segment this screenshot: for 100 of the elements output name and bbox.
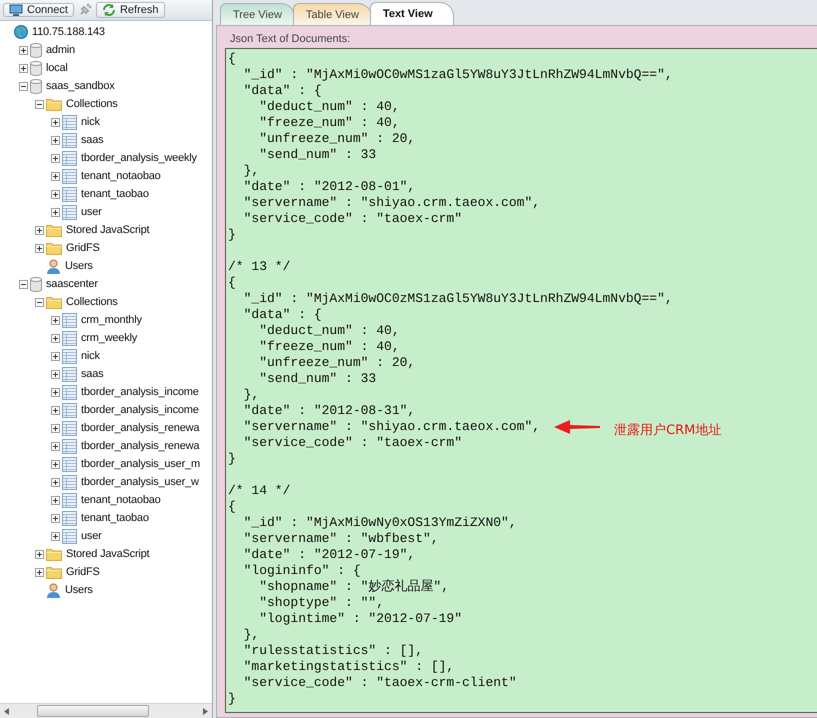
code-line: { bbox=[228, 275, 236, 291]
tree-item[interactable]: admin bbox=[46, 44, 77, 56]
tree-item[interactable]: Users bbox=[65, 260, 95, 272]
code-line: "logintime" : "2012-07-19" bbox=[258, 611, 462, 627]
tree-item[interactable]: GridFS bbox=[66, 566, 102, 578]
expand-icon[interactable] bbox=[50, 352, 60, 360]
tree-item[interactable]: tenant_taobao bbox=[81, 188, 151, 200]
tree-item[interactable]: tborder_analysis_weekly bbox=[81, 152, 199, 164]
code-line: } bbox=[228, 227, 236, 243]
tree-item[interactable]: tborder_analysis_renewa bbox=[81, 440, 202, 452]
expand-icon[interactable] bbox=[50, 460, 60, 468]
tree-item[interactable]: tborder_analysis_user_w bbox=[81, 476, 201, 488]
tree-item[interactable]: Collections bbox=[66, 296, 120, 308]
code-line: "_id" : "MjAxMi0wNy0xOS13YmZiZXN0", bbox=[242, 515, 517, 531]
tree-item[interactable]: saas bbox=[81, 368, 106, 380]
code-line: }, bbox=[242, 387, 260, 403]
tree-item[interactable]: tenant_notaobao bbox=[81, 170, 163, 182]
table-icon bbox=[62, 384, 77, 400]
tree-item[interactable]: Stored JavaScript bbox=[66, 548, 152, 560]
folder-icon bbox=[46, 566, 62, 578]
globe-icon bbox=[14, 25, 28, 39]
tree-item[interactable]: tenant_taobao bbox=[81, 512, 151, 524]
horizontal-scrollbar[interactable] bbox=[0, 703, 212, 718]
tree-item[interactable]: saas_sandbox bbox=[46, 80, 117, 92]
table-icon bbox=[62, 456, 77, 472]
tree-item[interactable]: local bbox=[46, 62, 70, 74]
code-line: "send_num" : 33 bbox=[258, 371, 376, 387]
view-tab[interactable]: Table View bbox=[292, 3, 372, 25]
expand-icon[interactable] bbox=[34, 568, 44, 576]
expand-icon[interactable] bbox=[18, 64, 28, 72]
code-line: "unfreeze_num" : 20, bbox=[258, 355, 416, 371]
expand-icon[interactable] bbox=[50, 514, 60, 522]
expand-icon[interactable] bbox=[50, 496, 60, 504]
tree-item[interactable]: crm_monthly bbox=[81, 314, 144, 326]
table-icon bbox=[62, 420, 77, 436]
tree-item[interactable]: 110.75.188.143 bbox=[32, 26, 107, 38]
expand-icon[interactable] bbox=[34, 226, 44, 234]
code-line: "service_code" : "taoex-crm-client" bbox=[242, 675, 517, 691]
code-line: "date" : "2012-07-19", bbox=[242, 547, 416, 563]
tree-item[interactable]: saascenter bbox=[46, 278, 100, 290]
code-line: "freeze_num" : 40, bbox=[258, 115, 400, 131]
expand-icon[interactable] bbox=[50, 190, 60, 198]
database-icon bbox=[30, 276, 42, 292]
view-tab[interactable]: Text View bbox=[370, 2, 454, 25]
expand-icon[interactable] bbox=[50, 172, 60, 180]
expand-icon[interactable] bbox=[50, 442, 60, 450]
expand-icon[interactable] bbox=[34, 244, 44, 252]
code-line: "servername" : "shiyao.crm.taeox.com", bbox=[242, 419, 540, 435]
table-icon bbox=[62, 150, 77, 166]
expand-icon[interactable] bbox=[50, 154, 60, 162]
code-line: } bbox=[228, 451, 236, 467]
expand-icon[interactable] bbox=[50, 316, 60, 324]
tree-item[interactable]: tborder_analysis_income bbox=[81, 404, 201, 416]
table-icon bbox=[62, 168, 77, 184]
tree-item[interactable]: GridFS bbox=[66, 242, 102, 254]
tree-item[interactable]: Stored JavaScript bbox=[66, 224, 152, 236]
expand-icon[interactable] bbox=[18, 46, 28, 54]
connect-button[interactable]: Connect bbox=[3, 3, 74, 17]
tree-item[interactable]: user bbox=[81, 530, 104, 542]
code-line: "freeze_num" : 40, bbox=[258, 339, 400, 355]
collapse-icon[interactable] bbox=[18, 82, 28, 90]
tree-item[interactable]: Users bbox=[65, 584, 95, 596]
arrow-icon bbox=[554, 420, 600, 434]
panel-label: Json Text of Documents: bbox=[229, 32, 350, 47]
tree-item[interactable]: saas bbox=[81, 134, 106, 146]
scroll-left-icon[interactable] bbox=[4, 708, 9, 714]
expand-icon[interactable] bbox=[50, 136, 60, 144]
tree-item[interactable]: nick bbox=[81, 116, 102, 128]
expand-icon[interactable] bbox=[50, 388, 60, 396]
folder-icon bbox=[46, 296, 62, 308]
expand-icon[interactable] bbox=[34, 550, 44, 558]
expand-icon[interactable] bbox=[50, 532, 60, 540]
code-line: "rulesstatistics" : [], bbox=[242, 643, 424, 659]
expand-icon[interactable] bbox=[50, 334, 60, 342]
collapse-icon[interactable] bbox=[18, 280, 28, 288]
collapse-icon[interactable] bbox=[34, 100, 44, 108]
expand-icon[interactable] bbox=[50, 406, 60, 414]
tree-item[interactable]: tborder_analysis_renewa bbox=[81, 422, 202, 434]
code-line: "marketingstatistics" : [], bbox=[242, 659, 454, 675]
collapse-icon[interactable] bbox=[34, 298, 44, 306]
tree-item[interactable]: user bbox=[81, 206, 104, 218]
expand-icon[interactable] bbox=[50, 478, 60, 486]
scroll-right-icon[interactable] bbox=[203, 708, 208, 714]
expand-icon[interactable] bbox=[50, 118, 60, 126]
code-line: "_id" : "MjAxMi0wOC0wMS1zaGl5YW8uY3JtLnRhZW94LmNvbQ==", bbox=[242, 67, 673, 83]
tree-item[interactable]: crm_weekly bbox=[81, 332, 140, 344]
expand-icon[interactable] bbox=[50, 370, 60, 378]
view-tab[interactable]: Tree View bbox=[220, 3, 295, 25]
refresh-button[interactable]: Refresh bbox=[96, 2, 165, 18]
expand-icon[interactable] bbox=[50, 424, 60, 432]
expand-icon[interactable] bbox=[50, 208, 60, 216]
code-line: "date" : "2012-08-01", bbox=[242, 179, 416, 195]
tree-item[interactable]: Collections bbox=[66, 98, 120, 110]
tree-item[interactable]: nick bbox=[81, 350, 102, 362]
table-icon bbox=[62, 438, 77, 454]
tree-item[interactable]: tenant_notaobao bbox=[81, 494, 163, 506]
tree-item[interactable]: tborder_analysis_user_m bbox=[81, 458, 202, 470]
database-icon bbox=[30, 78, 42, 94]
code-line: "unfreeze_num" : 20, bbox=[258, 131, 416, 147]
tree-item[interactable]: tborder_analysis_income bbox=[81, 386, 201, 398]
